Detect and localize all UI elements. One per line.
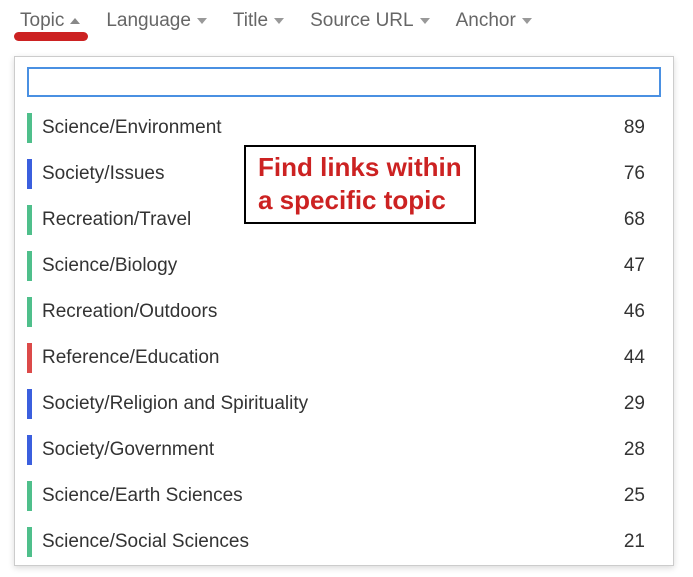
topic-count: 46	[624, 301, 645, 323]
topic-color-indicator	[27, 205, 32, 235]
topic-color-indicator	[27, 343, 32, 373]
topic-color-indicator	[27, 113, 32, 143]
topic-option[interactable]: Recreation/Outdoors46	[15, 289, 673, 335]
topic-label: Society/Religion and Spirituality	[42, 393, 624, 415]
topic-count: 29	[624, 393, 645, 415]
topic-count: 25	[624, 485, 645, 507]
topic-count: 21	[624, 531, 645, 553]
column-header-source-url[interactable]: Source URL	[306, 8, 434, 34]
topic-color-indicator	[27, 251, 32, 281]
topic-color-indicator	[27, 159, 32, 189]
caret-down-icon	[274, 18, 284, 24]
caret-down-icon	[197, 18, 207, 24]
topic-color-indicator	[27, 527, 32, 557]
topic-count: 89	[624, 117, 645, 139]
topic-search-input[interactable]	[27, 67, 661, 97]
column-header-anchor[interactable]: Anchor	[452, 8, 536, 34]
column-header-title[interactable]: Title	[229, 8, 288, 34]
topic-label: Society/Government	[42, 439, 624, 461]
topic-label: Reference/Education	[42, 347, 624, 369]
topic-color-indicator	[27, 435, 32, 465]
column-header-label: Source URL	[310, 10, 414, 32]
topic-label: Science/Environment	[42, 117, 624, 139]
topic-label: Science/Social Sciences	[42, 531, 624, 553]
topic-count: 44	[624, 347, 645, 369]
annotation-text-line1: Find links within	[258, 151, 462, 184]
topic-label: Recreation/Outdoors	[42, 301, 624, 323]
topic-option[interactable]: Reference/Education44	[15, 335, 673, 381]
topic-color-indicator	[27, 297, 32, 327]
column-header-label: Title	[233, 10, 268, 32]
search-wrap	[15, 57, 673, 105]
column-header-language[interactable]: Language	[102, 8, 211, 34]
topic-count: 76	[624, 163, 645, 185]
topic-count: 28	[624, 439, 645, 461]
annotation-callout: Find links within a specific topic	[244, 145, 476, 224]
column-header-label: Anchor	[456, 10, 516, 32]
topic-option[interactable]: Science/Social Sciences21	[15, 519, 673, 565]
topic-color-indicator	[27, 389, 32, 419]
column-header-topic[interactable]: Topic	[16, 8, 84, 34]
caret-up-icon	[70, 18, 80, 24]
topic-option[interactable]: Science/Biology47	[15, 243, 673, 289]
topic-label: Science/Earth Sciences	[42, 485, 624, 507]
annotation-text-line2: a specific topic	[258, 184, 462, 217]
topic-dropdown-panel: Science/Environment89Society/Issues76Rec…	[14, 56, 674, 566]
annotation-underline	[14, 32, 88, 41]
column-header-label: Topic	[20, 10, 64, 32]
topic-count: 68	[624, 209, 645, 231]
topic-count: 47	[624, 255, 645, 277]
topic-color-indicator	[27, 481, 32, 511]
caret-down-icon	[420, 18, 430, 24]
topic-option[interactable]: Science/Earth Sciences25	[15, 473, 673, 519]
column-header-label: Language	[106, 10, 191, 32]
caret-down-icon	[522, 18, 532, 24]
topic-label: Science/Biology	[42, 255, 624, 277]
column-header-row: Topic Language Title Source URL Anchor	[0, 0, 693, 40]
topic-option[interactable]: Society/Religion and Spirituality29	[15, 381, 673, 427]
topic-option[interactable]: Society/Government28	[15, 427, 673, 473]
